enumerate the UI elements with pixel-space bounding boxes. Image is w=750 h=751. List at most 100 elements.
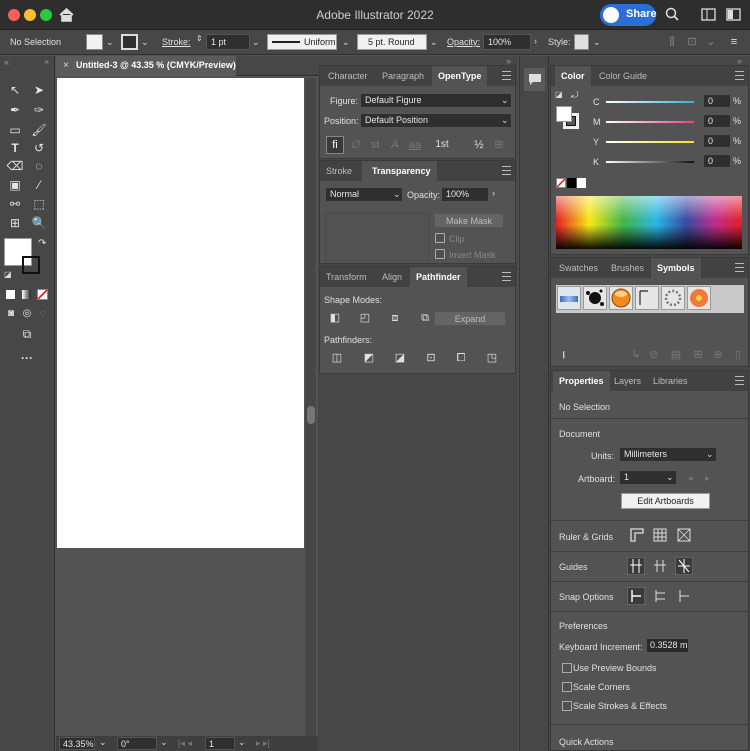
intersect-icon[interactable]: ⧈ xyxy=(388,311,402,325)
yellow-input[interactable]: 0 xyxy=(703,134,731,148)
figure-dropdown[interactable]: Default Figure xyxy=(360,93,512,108)
next-artboard-icon[interactable]: ▸ xyxy=(705,473,710,484)
panel-menu-icon[interactable]: ≡ xyxy=(727,35,741,49)
cyan-input[interactable]: 0 xyxy=(703,94,731,108)
fill-color-swatch[interactable] xyxy=(86,34,103,50)
chevron-down-icon[interactable]: ⌄ xyxy=(106,37,114,48)
panel-menu-icon[interactable] xyxy=(735,71,744,80)
collapse-icon[interactable]: « xyxy=(4,57,9,67)
tab-layers[interactable]: Layers xyxy=(608,371,647,391)
symbol-flower[interactable] xyxy=(687,286,711,310)
chevron-down-icon[interactable]: ⌄ xyxy=(342,37,350,48)
tab-stroke[interactable]: Stroke xyxy=(320,161,358,181)
tab-color-guide[interactable]: Color Guide xyxy=(593,66,653,86)
symbol-blue-bar[interactable] xyxy=(557,286,581,310)
chevron-down-icon[interactable]: ⌄ xyxy=(501,95,509,106)
chevron-down-icon[interactable]: ⌄ xyxy=(238,737,246,748)
scale-corners-checkbox[interactable] xyxy=(562,682,572,692)
chevron-right-icon[interactable]: › xyxy=(534,36,537,46)
chevron-down-icon[interactable]: ⌄ xyxy=(666,472,674,483)
smart-guides-icon[interactable] xyxy=(675,557,693,575)
invert-mask-checkbox[interactable] xyxy=(435,249,445,259)
fill-color-box[interactable] xyxy=(556,106,572,122)
zoom-tool-icon[interactable]: 🔍 xyxy=(30,215,48,231)
chevron-down-icon[interactable]: ⌄ xyxy=(593,37,601,48)
default-fill-stroke-icon[interactable]: ◪ xyxy=(555,90,563,99)
workspace-switcher-icon[interactable] xyxy=(726,8,741,21)
panel-menu-icon[interactable] xyxy=(502,166,511,175)
close-document-icon[interactable]: × xyxy=(63,60,69,71)
chevron-down-icon[interactable]: ⌄ xyxy=(501,115,509,126)
tab-character[interactable]: Character xyxy=(322,66,374,86)
ligature-fi-icon[interactable]: fi xyxy=(326,136,344,154)
stroke-weight-input[interactable]: 1 pt xyxy=(206,34,250,50)
swap-icon[interactable]: ⤾ xyxy=(571,90,579,101)
transform-icon[interactable]: ⊡ xyxy=(685,35,699,49)
tab-swatches[interactable]: Swatches xyxy=(553,258,604,278)
rectangle-tool-icon[interactable]: ▭ xyxy=(6,122,24,138)
pen-tool-icon[interactable]: ✒ xyxy=(6,102,24,118)
magenta-slider[interactable] xyxy=(605,120,695,124)
search-icon[interactable] xyxy=(665,7,679,21)
crop-icon[interactable]: ⊡ xyxy=(424,351,438,365)
screen-mode-icon[interactable]: ⧉ xyxy=(18,326,36,342)
symbol-orange-button[interactable] xyxy=(609,286,633,310)
zoom-input[interactable]: 43.35% xyxy=(59,737,95,750)
position-dropdown[interactable]: Default Position xyxy=(360,113,512,128)
live-paint-tool-icon[interactable]: ⬚ xyxy=(30,196,48,212)
show-guides-icon[interactable] xyxy=(627,557,645,575)
document-tab[interactable]: Untitled-3 @ 43.35 % (CMYK/Preview) xyxy=(56,56,236,76)
tab-opentype[interactable]: OpenType xyxy=(432,66,488,86)
panel-menu-icon[interactable] xyxy=(735,263,744,272)
chevron-right-icon[interactable]: › xyxy=(492,188,495,198)
tab-paragraph[interactable]: Paragraph xyxy=(376,66,430,86)
stroke-stepper-icon[interactable]: ⇕ xyxy=(196,34,203,43)
previous-artboard-icon[interactable]: ◂ xyxy=(688,473,693,484)
artboard-navigation-input[interactable]: 1 xyxy=(205,737,235,750)
eraser-tool-icon[interactable]: ⌫ xyxy=(6,158,24,174)
opacity-label[interactable]: Opacity: xyxy=(447,37,480,47)
unite-icon[interactable]: ◧ xyxy=(328,311,342,325)
swash-icon[interactable]: A xyxy=(388,138,402,152)
rotate-tool-icon[interactable]: ↺ xyxy=(30,140,48,156)
chevron-down-icon[interactable]: ⌄ xyxy=(141,37,149,48)
new-symbol-icon[interactable]: ⊞ xyxy=(691,348,705,362)
color-spectrum[interactable] xyxy=(556,196,742,249)
type-tool-icon[interactable]: T xyxy=(6,140,24,156)
panel-menu-icon[interactable] xyxy=(735,376,744,385)
blend-tool-icon[interactable]: ⚯ xyxy=(6,196,24,212)
blend-mode-dropdown[interactable]: Normal xyxy=(325,187,403,202)
swap-fill-stroke-icon[interactable]: ↷ xyxy=(38,238,46,249)
yellow-slider[interactable] xyxy=(605,140,695,144)
ordinals-icon[interactable]: 1st xyxy=(432,138,452,152)
stroke-label[interactable]: Stroke: xyxy=(162,37,191,47)
black-swatch[interactable] xyxy=(567,178,576,188)
use-preview-bounds-checkbox[interactable] xyxy=(562,663,572,673)
chevron-down-icon[interactable]: ⌄ xyxy=(430,37,438,48)
scale-strokes-checkbox[interactable] xyxy=(562,701,572,711)
grid-icon[interactable] xyxy=(653,528,667,542)
contextual-alternates-icon[interactable]: ∅ xyxy=(348,138,362,152)
symbol-options-icon[interactable]: ▤ xyxy=(669,348,683,362)
minus-front-icon[interactable]: ◰ xyxy=(358,311,372,325)
delete-symbol-icon[interactable]: ▯ xyxy=(731,348,745,362)
place-symbol-icon[interactable]: ↳ xyxy=(629,348,643,362)
trim-icon[interactable]: ◩ xyxy=(362,351,376,365)
magenta-input[interactable]: 0 xyxy=(703,114,731,128)
snap-to-pixel-icon[interactable] xyxy=(653,589,667,603)
scroll-thumb[interactable] xyxy=(307,406,315,424)
lock-guides-icon[interactable] xyxy=(653,559,667,573)
symbol-ornament-ring[interactable] xyxy=(661,286,685,310)
tab-color[interactable]: Color xyxy=(555,66,591,86)
chevron-down-icon[interactable]: ⌄ xyxy=(252,37,260,48)
close-panel-icon[interactable]: × xyxy=(44,57,49,67)
chevron-down-icon[interactable]: ⌄ xyxy=(99,737,107,748)
divide-icon[interactable]: ◫ xyxy=(330,351,344,365)
edit-artboards-button[interactable]: Edit Artboards xyxy=(621,493,710,509)
transparency-grid-icon[interactable] xyxy=(677,528,691,542)
titling-alternates-icon[interactable]: ⊞ xyxy=(492,138,506,152)
opacity-input[interactable]: 100% xyxy=(483,34,531,50)
tab-align[interactable]: Align xyxy=(376,267,408,287)
graphic-style-swatch[interactable] xyxy=(574,34,589,50)
symbol-ink-splat[interactable] xyxy=(583,286,607,310)
